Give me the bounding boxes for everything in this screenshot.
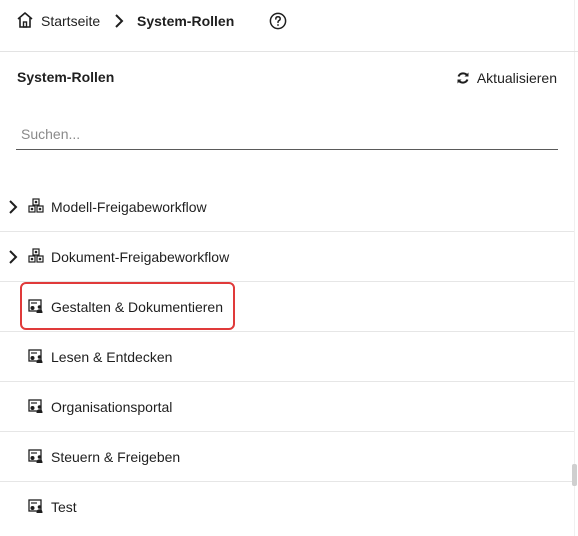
list-item[interactable]: Lesen & Entdecken xyxy=(0,332,574,382)
role-icon xyxy=(28,298,44,314)
search-input[interactable] xyxy=(16,118,558,150)
list-item[interactable]: Modell-Freigabeworkflow xyxy=(0,182,574,232)
breadcrumb-home-link[interactable]: Startseite xyxy=(41,13,100,29)
panel-title: System-Rollen xyxy=(17,69,115,85)
list-item-label: Gestalten & Dokumentieren xyxy=(51,299,223,315)
list-item-label: Dokument-Freigabeworkflow xyxy=(51,249,230,265)
role-icon xyxy=(28,348,44,364)
role-icon xyxy=(28,448,44,464)
scrollbar-track xyxy=(574,0,575,536)
list-item-label: Lesen & Entdecken xyxy=(51,349,173,365)
list-item[interactable]: Organisationsportal xyxy=(0,382,574,432)
refresh-label: Aktualisieren xyxy=(476,70,557,86)
list-item-label: Steuern & Freigeben xyxy=(51,449,181,465)
role-group-icon xyxy=(28,198,44,214)
home-icon[interactable] xyxy=(16,11,34,29)
role-icon xyxy=(28,498,44,514)
refresh-icon xyxy=(457,72,469,84)
list-item-label: Modell-Freigabeworkflow xyxy=(51,199,207,215)
chevron-right-icon xyxy=(115,14,124,28)
breadcrumb: Startseite System-Rollen xyxy=(0,0,578,52)
list-item[interactable]: Steuern & Freigeben xyxy=(0,432,574,482)
list-item[interactable]: Gestalten & Dokumentieren xyxy=(0,282,574,332)
chevron-right-icon[interactable] xyxy=(7,198,19,216)
list-item[interactable]: Dokument-Freigabeworkflow xyxy=(0,232,574,282)
list-item[interactable]: Test xyxy=(0,482,574,532)
scrollbar-thumb[interactable] xyxy=(572,464,577,486)
role-group-icon xyxy=(28,248,44,264)
breadcrumb-current: System-Rollen xyxy=(137,13,235,29)
chevron-right-icon[interactable] xyxy=(7,248,19,266)
refresh-button[interactable]: Aktualisieren xyxy=(456,70,557,86)
role-icon xyxy=(28,398,44,414)
role-list: Modell-Freigabeworkflow Dokument-Freigabe… xyxy=(0,182,574,532)
list-item-label: Test xyxy=(51,499,77,515)
list-item-label: Organisationsportal xyxy=(51,399,173,415)
help-icon[interactable] xyxy=(269,12,287,30)
